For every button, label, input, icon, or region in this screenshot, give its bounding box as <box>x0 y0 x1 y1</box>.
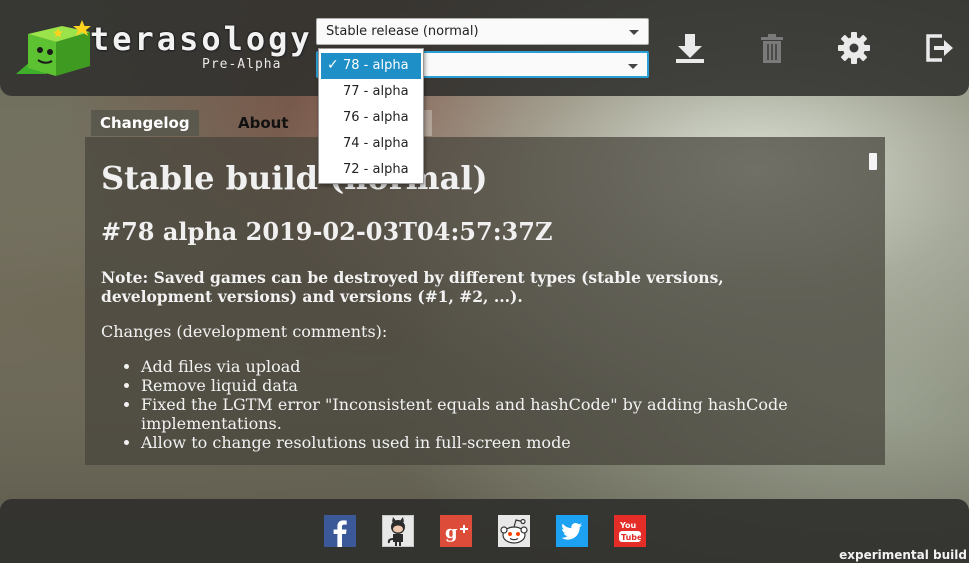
logout-icon[interactable] <box>920 30 956 66</box>
version-option[interactable]: ✓ 78 - alpha <box>321 53 421 79</box>
version-heading: #78 alpha 2019-02-03T04:57:37Z <box>101 217 553 246</box>
app-logo: terasology Pre-Alpha <box>10 14 310 80</box>
github-icon[interactable] <box>382 515 414 547</box>
tab-about[interactable]: About <box>229 110 298 136</box>
svg-text:You: You <box>619 521 637 530</box>
version-option[interactable]: 76 - alpha <box>319 105 423 131</box>
chevron-down-icon <box>628 64 638 69</box>
check-icon: ✓ <box>327 57 339 73</box>
logo-cube-icon <box>16 20 91 76</box>
list-item: Allow to change resolutions used in full… <box>141 433 821 452</box>
tab-changelog[interactable]: Changelog <box>91 110 199 136</box>
youtube-icon[interactable]: You Tube <box>614 515 646 547</box>
footer-bar: g You Tube experimental build <box>0 499 969 563</box>
facebook-icon[interactable] <box>324 515 356 547</box>
svg-text:g: g <box>445 522 458 543</box>
list-item: Fixed the LGTM error "Inconsistent equal… <box>141 395 821 433</box>
scrollbar-thumb[interactable] <box>869 153 877 170</box>
version-option[interactable]: 77 - alpha <box>319 79 423 105</box>
list-item: Remove liquid data <box>141 376 821 395</box>
job-select[interactable]: Stable release (normal) <box>316 18 649 45</box>
delete-icon[interactable] <box>754 30 790 66</box>
chevron-down-icon <box>629 30 639 35</box>
changes-label: Changes (development comments): <box>101 322 388 341</box>
list-item: Add files via upload <box>141 357 821 376</box>
google-plus-icon[interactable]: g <box>440 515 472 547</box>
settings-icon[interactable] <box>836 30 872 66</box>
logo-title: terasology <box>90 20 313 58</box>
version-option[interactable]: 74 - alpha <box>319 131 423 157</box>
changes-list: Add files via upload Remove liquid data … <box>121 357 821 452</box>
version-option[interactable]: 72 - alpha <box>319 157 423 183</box>
changelog-title: Stable build (normal) <box>101 159 488 197</box>
header-bar: terasology Pre-Alpha Stable release (nor… <box>0 0 969 96</box>
logo-subtitle: Pre-Alpha <box>202 57 282 72</box>
changelog-panel: Stable build (normal) #78 alpha 2019-02-… <box>85 137 885 465</box>
changelog-note: Note: Saved games can be destroyed by di… <box>101 268 724 306</box>
job-select-value: Stable release (normal) <box>326 24 479 39</box>
version-dropdown-list[interactable]: ✓ 78 - alpha 77 - alpha 76 - alpha 74 - … <box>318 48 424 184</box>
build-label: experimental build <box>839 548 967 562</box>
twitter-icon[interactable] <box>556 515 588 547</box>
download-icon[interactable] <box>672 30 708 66</box>
reddit-icon[interactable] <box>498 515 530 547</box>
svg-text:Tube: Tube <box>621 533 643 542</box>
